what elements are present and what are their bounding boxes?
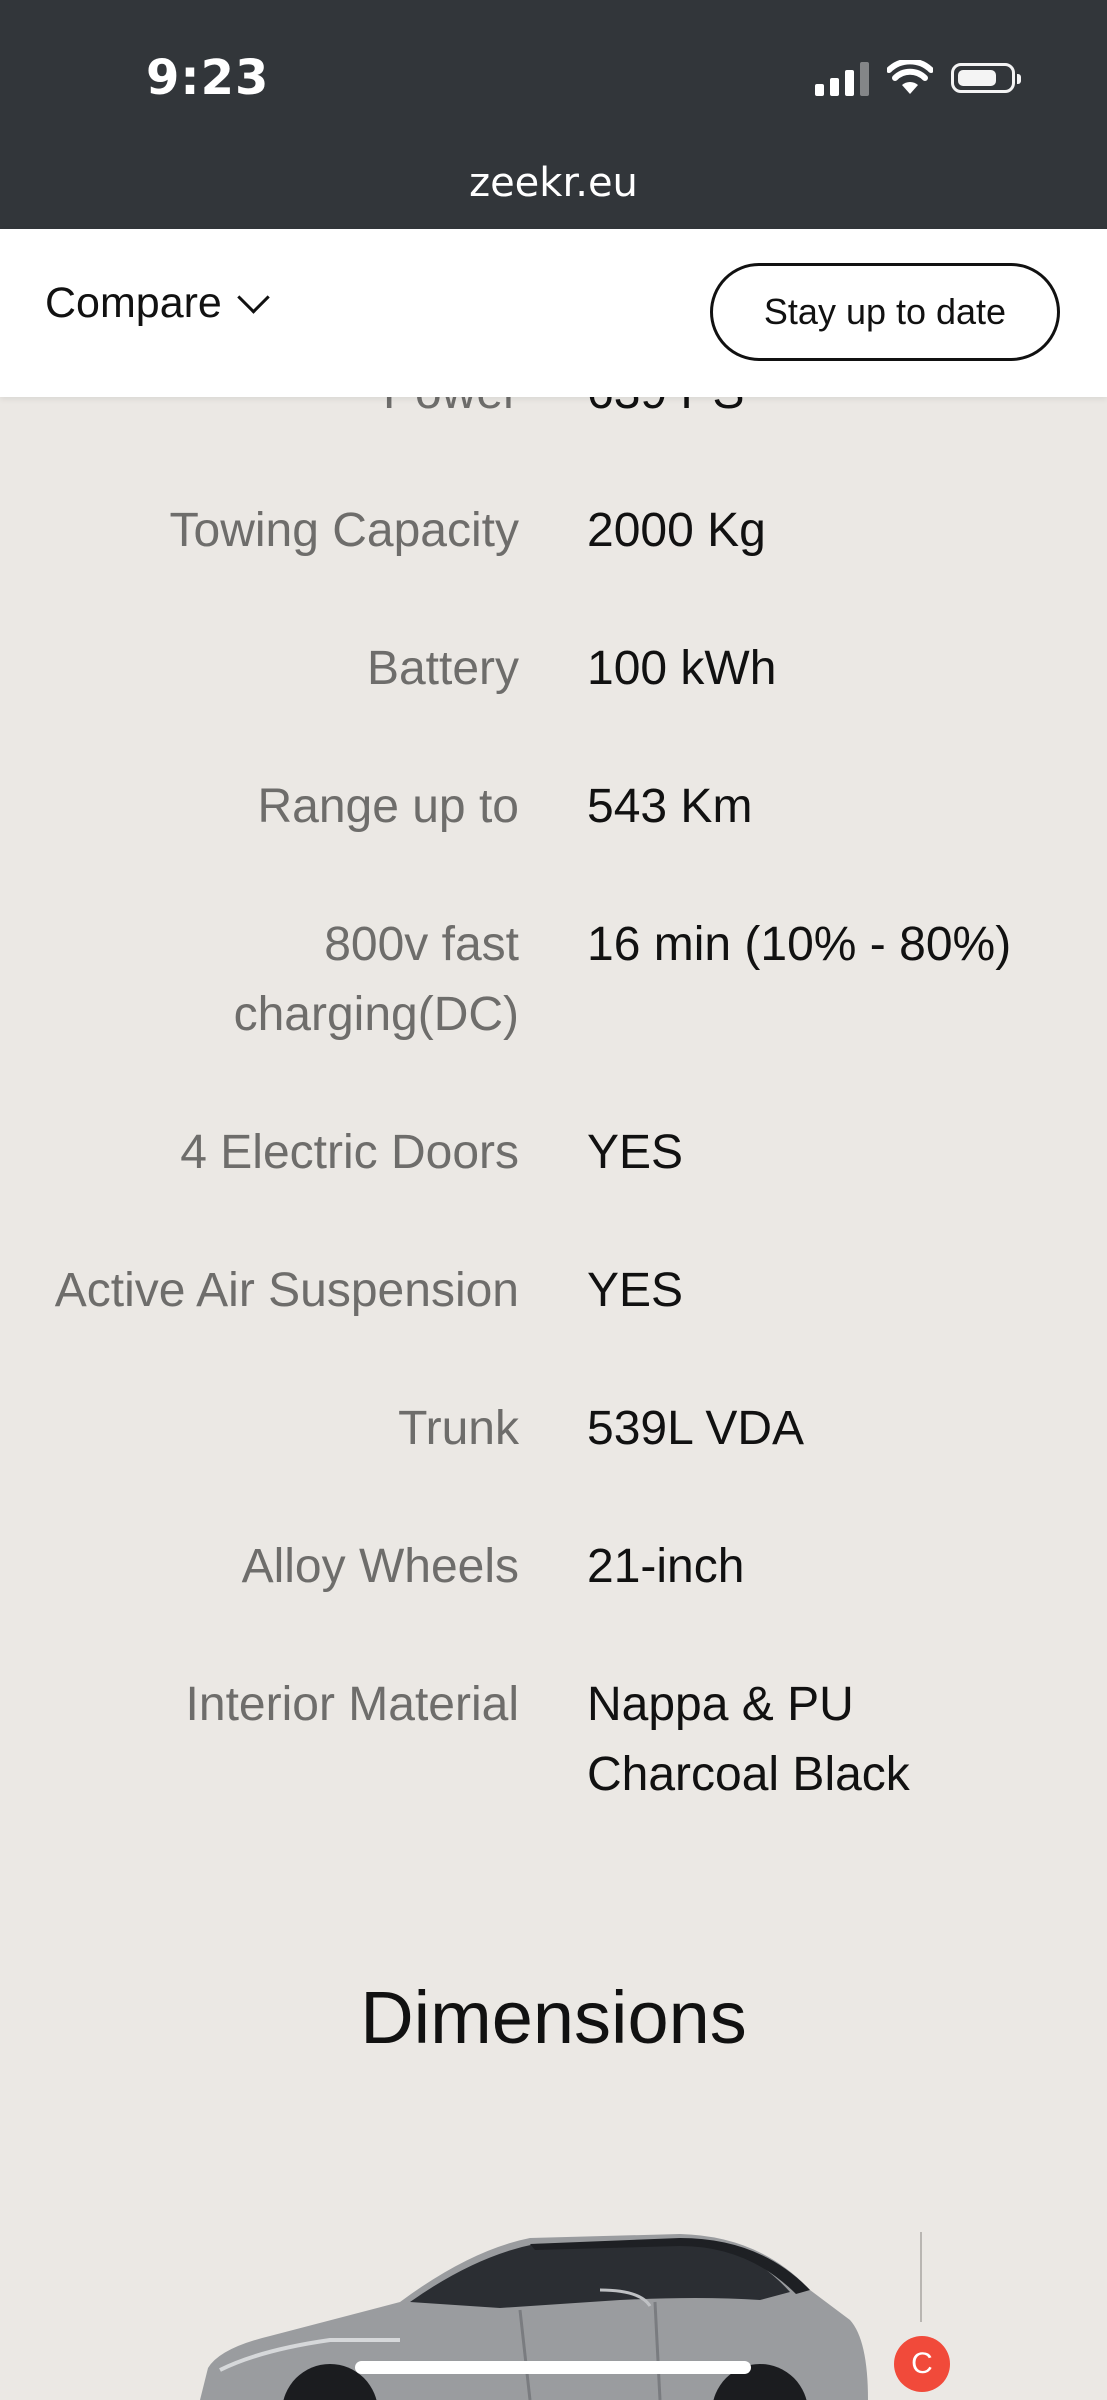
spec-label: Interior Material [185,1678,519,1731]
status-icons [815,60,1021,96]
battery-icon [951,63,1021,93]
car-image [200,2234,868,2400]
spec-value: YES [587,1264,684,1317]
chat-badge[interactable]: C [894,2336,950,2392]
home-indicator[interactable] [355,2361,751,2374]
spec-value: Nappa & PU Charcoal Black [587,1678,910,1801]
spec-label: Battery [366,642,519,695]
spec-label: Active Air Suspension [54,1264,519,1317]
spec-value: 543 Km [587,780,753,833]
stay-up-to-date-button[interactable]: Stay up to date [710,263,1060,361]
spec-value: 539L VDA [587,1402,805,1455]
spec-value: 21-inch [587,1540,745,1593]
spec-value: 16 min (10% - 80%) [587,918,1012,971]
spec-label: Alloy Wheels [241,1540,519,1593]
spec-label: Towing Capacity [169,504,520,557]
status-bar: 9:23 zeekr.eu [0,0,1107,229]
section-title-dimensions: Dimensions [360,1976,747,2059]
chevron-down-icon [237,281,270,314]
spec-label: 800v fast charging(DC) [233,918,519,1041]
wifi-icon [887,60,933,94]
sticky-header: Compare Stay up to date [0,229,1107,397]
compare-dropdown[interactable]: Compare [45,279,270,328]
spec-value: 100 kWh [587,642,777,695]
clock: 9:23 [146,50,270,106]
dimension-line [920,2232,922,2322]
spec-label: Trunk [398,1402,519,1455]
spec-value: 2000 Kg [587,504,766,557]
spec-label: Range up to [257,780,519,833]
spec-value: YES [587,1126,684,1179]
spec-label: 4 Electric Doors [180,1126,519,1179]
compare-label: Compare [45,279,222,327]
address-bar-url[interactable]: zeekr.eu [0,160,1107,206]
cellular-signal-icon [815,60,869,96]
